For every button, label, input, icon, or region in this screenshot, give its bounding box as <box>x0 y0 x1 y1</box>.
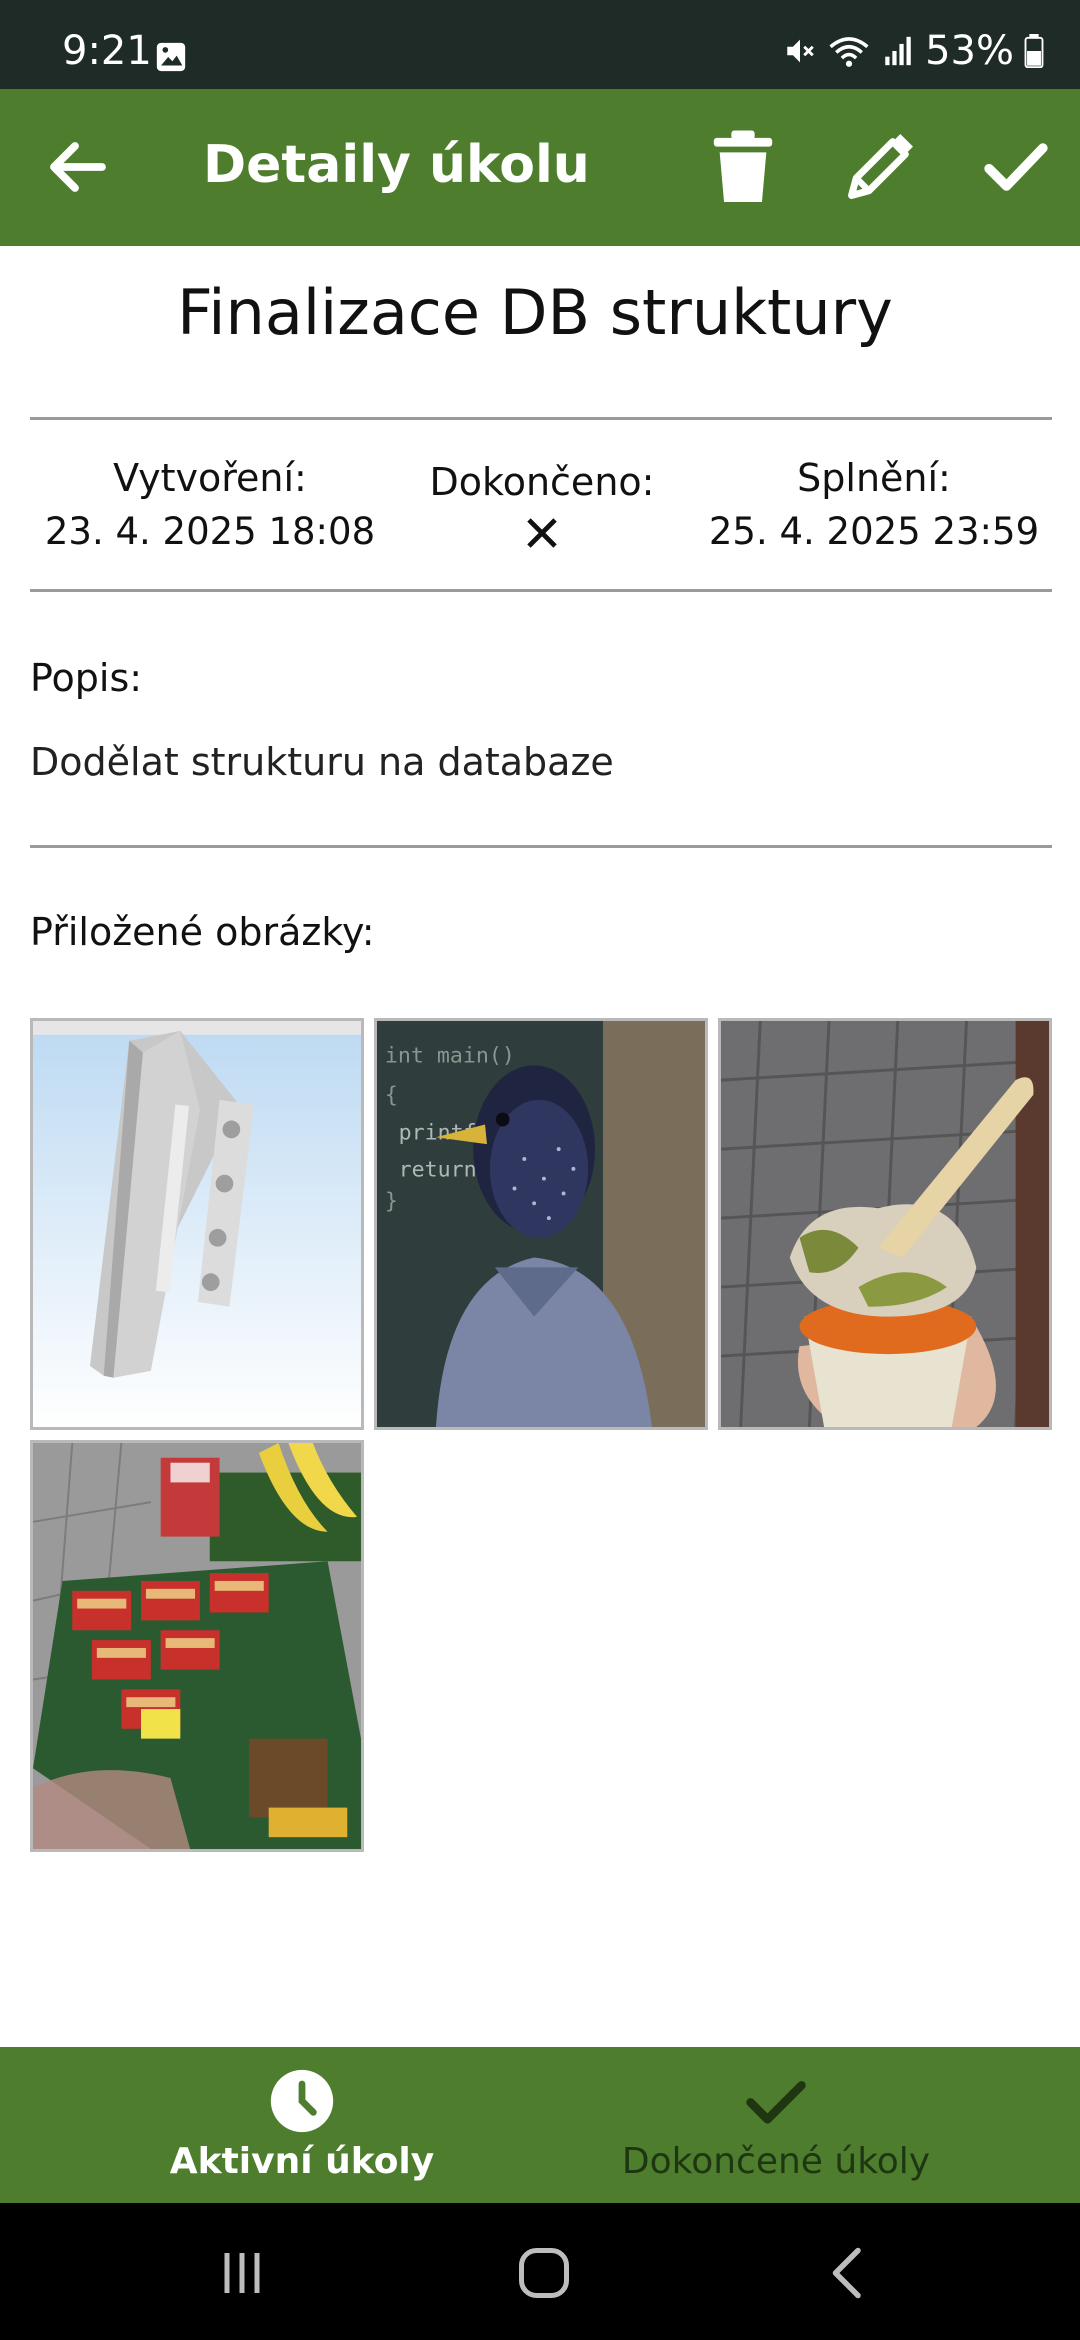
bottom-navigation: Aktivní úkoly Dokončené úkoly <box>0 2047 1080 2203</box>
tab-active-tasks[interactable]: Aktivní úkoly <box>32 2047 572 2203</box>
tab-completed-tasks-label: Dokončené úkoly <box>621 2141 931 2182</box>
system-navigation-bar <box>0 2203 1080 2340</box>
description-label: Popis: <box>30 656 143 700</box>
description-text: Dodělat strukturu na databaze <box>30 740 614 784</box>
trash-icon[interactable] <box>708 129 778 205</box>
completed-label: Dokončeno: <box>429 460 655 504</box>
back-icon[interactable] <box>818 2243 878 2303</box>
close-icon <box>527 518 557 548</box>
page-title: Detaily úkolu <box>203 135 590 195</box>
divider <box>30 589 1052 592</box>
divider <box>30 845 1052 848</box>
images-label: Přiložené obrázky: <box>30 910 375 954</box>
tab-active-tasks-label: Aktivní úkoly <box>169 2141 435 2182</box>
tab-completed-tasks[interactable]: Dokončené úkoly <box>506 2047 1046 2203</box>
home-icon[interactable] <box>514 2243 574 2303</box>
check-icon <box>746 2081 806 2124</box>
battery-icon <box>1024 34 1044 68</box>
svg-text:int main(): int main() <box>385 1043 515 1068</box>
status-time: 9:21 <box>62 28 152 74</box>
created-info: Vytvoření: 23. 4. 2025 18:08 <box>30 456 390 553</box>
starling-programmer-image: int main() { printf(" return 0; } <box>377 1021 705 1427</box>
pencil-icon[interactable] <box>842 129 918 205</box>
created-value: 23. 4. 2025 18:08 <box>44 510 376 553</box>
svg-text:{: { <box>385 1083 398 1108</box>
supermarket-shelf-image <box>33 1443 361 1849</box>
recent-apps-icon[interactable] <box>212 2243 272 2303</box>
task-title: Finalizace DB struktury <box>177 276 893 349</box>
image-thumbnail[interactable] <box>30 1440 364 1852</box>
image-thumbnail[interactable] <box>718 1018 1052 1430</box>
due-label: Splnění: <box>797 456 951 500</box>
image-thumbnail[interactable] <box>30 1018 364 1430</box>
wifi-icon <box>829 37 869 67</box>
ice-cream-image <box>721 1021 1049 1427</box>
image-thumbnail[interactable]: int main() { printf(" return 0; } <box>374 1018 708 1430</box>
completed-info: Dokončeno: <box>400 460 684 550</box>
signal-icon <box>885 36 911 66</box>
app-bar: Detaily úkolu <box>0 89 1080 246</box>
arrow-left-icon[interactable] <box>42 131 114 203</box>
created-label: Vytvoření: <box>113 456 307 500</box>
due-info: Splnění: 25. 4. 2025 23:59 <box>694 456 1054 553</box>
svg-text:}: } <box>385 1189 398 1214</box>
status-bar: 9:21 53% <box>0 0 1080 89</box>
cad-bracket-image <box>33 1021 361 1427</box>
battery-percent: 53% <box>925 28 1014 74</box>
due-value: 25. 4. 2025 23:59 <box>708 510 1040 553</box>
mute-icon <box>787 39 814 63</box>
divider <box>30 417 1052 420</box>
gallery-notification-icon <box>156 42 186 72</box>
check-icon[interactable] <box>978 129 1054 205</box>
clock-icon <box>270 2069 334 2133</box>
